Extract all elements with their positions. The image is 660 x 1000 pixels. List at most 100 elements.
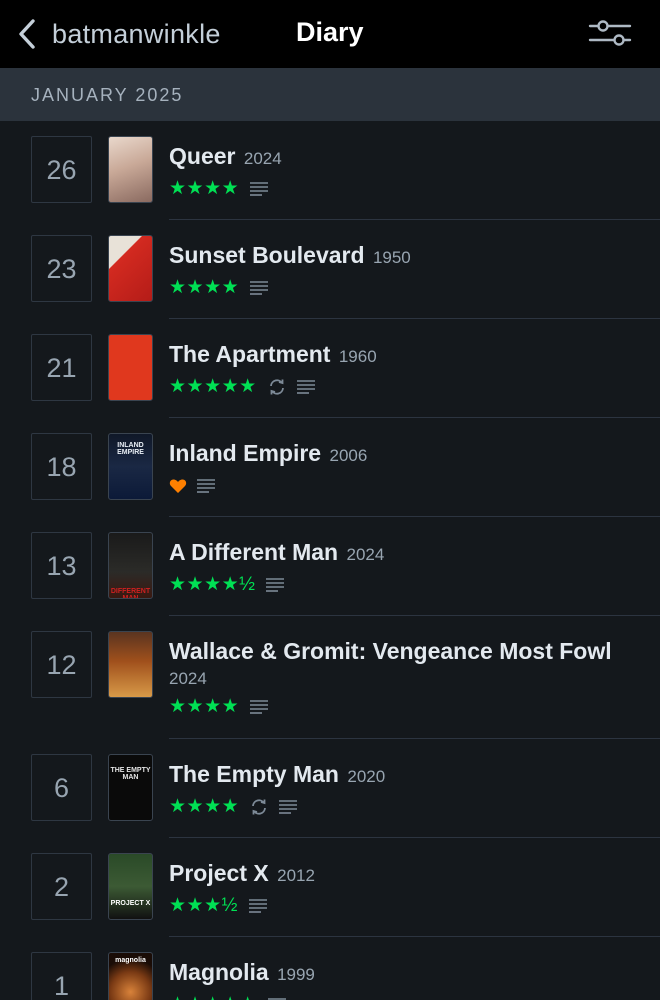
film-info: Magnolia 1999 ★★★★★ <box>169 958 640 1000</box>
star-rating: ★★★★ <box>169 796 240 817</box>
sliders-icon <box>588 20 632 46</box>
film-title-line[interactable]: The Empty Man 2020 <box>169 760 640 791</box>
film-title[interactable]: Inland Empire <box>169 440 321 466</box>
diary-day: 13 <box>46 551 77 581</box>
film-info: Queer 2024 ★★★★ <box>169 142 640 201</box>
film-title-line[interactable]: A Different Man 2024 <box>169 538 640 569</box>
film-title[interactable]: Sunset Boulevard <box>169 242 365 268</box>
poster-title-text: magnolia <box>115 957 146 964</box>
diary-entry-row[interactable]: 23 Sunset Boulevard 1950 ★★★★ <box>0 220 660 319</box>
top-bar: batmanwinkle Diary <box>0 0 660 68</box>
film-info: The Empty Man 2020 ★★★★ <box>169 760 640 819</box>
review-lines-icon <box>248 899 267 913</box>
diary-entry-row[interactable]: 21 The Apartment 1960 ★★★★★ <box>0 319 660 418</box>
entry-meta: ★★★½ <box>169 894 640 918</box>
film-poster[interactable] <box>108 235 153 302</box>
film-poster[interactable] <box>108 631 153 698</box>
film-title[interactable]: Project X <box>169 860 269 886</box>
filter-button[interactable] <box>586 16 634 52</box>
diary-entry-row[interactable]: 18 INLAND EMPIRE Inland Empire 2006 <box>0 418 660 517</box>
diary-day-box[interactable]: 21 <box>31 334 92 401</box>
film-year: 2024 <box>346 545 385 564</box>
film-info: Inland Empire 2006 <box>169 439 640 498</box>
star-rating: ★★★★ <box>169 696 240 717</box>
film-poster[interactable]: DIFFERENT MAN <box>108 532 153 599</box>
diary-day-box[interactable]: 13 <box>31 532 92 599</box>
film-year: 1950 <box>372 248 411 267</box>
film-title[interactable]: Wallace & Gromit: Vengeance Most Fowl <box>169 637 640 665</box>
film-poster[interactable] <box>108 136 153 203</box>
diary-entry-row[interactable]: 2 PROJECT X Project X 2012 ★★★½ <box>0 838 660 937</box>
diary-day-box[interactable]: 23 <box>31 235 92 302</box>
film-title[interactable]: The Empty Man <box>169 761 339 787</box>
diary-day: 1 <box>53 971 70 1000</box>
diary-entry-row[interactable]: 6 THE EMPTY MAN The Empty Man 2020 ★★★★ <box>0 739 660 838</box>
diary-day-box[interactable]: 2 <box>31 853 92 920</box>
entry-meta <box>169 474 640 498</box>
star-rating: ★★★★★ <box>169 376 257 397</box>
diary-day-box[interactable]: 1 <box>31 952 92 1000</box>
entry-meta: ★★★★★ <box>169 375 640 399</box>
diary-entry-row[interactable]: 12 Wallace & Gromit: Vengeance Most Fowl… <box>0 616 660 739</box>
film-poster[interactable]: PROJECT X <box>108 853 153 920</box>
film-year: 2024 <box>169 669 207 688</box>
diary-day: 6 <box>53 773 70 803</box>
review-lines-icon <box>250 281 269 295</box>
film-year: 2012 <box>277 866 315 885</box>
entry-meta: ★★★★ <box>169 177 640 201</box>
film-title-line[interactable]: Inland Empire 2006 <box>169 439 640 470</box>
poster-title-text: INLAND EMPIRE <box>117 442 144 457</box>
diary-day-box[interactable]: 26 <box>31 136 92 203</box>
diary-day: 21 <box>46 353 77 383</box>
page-title: Diary <box>296 17 364 47</box>
entry-meta: ★★★★½ <box>169 573 640 597</box>
film-title-line[interactable]: Project X 2012 <box>169 859 640 890</box>
review-lines-icon <box>197 479 215 493</box>
review-lines-icon <box>296 380 315 394</box>
diary-day: 26 <box>46 155 77 185</box>
film-title[interactable]: Magnolia <box>169 959 269 985</box>
review-lines-icon <box>250 182 269 196</box>
month-section-header: JANUARY 2025 <box>0 68 660 121</box>
diary-day-box[interactable]: 6 <box>31 754 92 821</box>
star-rating: ★★★★★ <box>169 993 257 1000</box>
entry-meta: ★★★★ <box>169 276 640 300</box>
film-title-line[interactable]: The Apartment 1960 <box>169 340 640 371</box>
diary-list: 26 Queer 2024 ★★★★ 23 Sunset Boulevard 1… <box>0 121 660 1000</box>
film-year: 2024 <box>243 149 282 168</box>
diary-day-box[interactable]: 18 <box>31 433 92 500</box>
film-poster[interactable]: THE EMPTY MAN <box>108 754 153 821</box>
film-info: A Different Man 2024 ★★★★½ <box>169 538 640 597</box>
back-button[interactable]: batmanwinkle <box>16 16 221 52</box>
star-rating: ★★★★ <box>169 178 240 199</box>
diary-day: 12 <box>46 650 77 680</box>
diary-day: 18 <box>46 452 77 482</box>
month-label: JANUARY 2025 <box>31 85 184 105</box>
film-title[interactable]: A Different Man <box>169 539 338 565</box>
film-year: 1960 <box>338 347 377 366</box>
film-poster[interactable]: INLAND EMPIRE <box>108 433 153 500</box>
diary-day: 23 <box>46 254 77 284</box>
film-title-line[interactable]: Magnolia 1999 <box>169 958 640 989</box>
diary-entry-row[interactable]: 1 magnolia Magnolia 1999 ★★★★★ <box>0 937 660 1000</box>
film-poster[interactable] <box>108 334 153 401</box>
film-title[interactable]: Queer <box>169 143 235 169</box>
diary-entry-row[interactable]: 26 Queer 2024 ★★★★ <box>0 121 660 220</box>
film-title-line[interactable]: Sunset Boulevard 1950 <box>169 241 640 272</box>
film-info: Sunset Boulevard 1950 ★★★★ <box>169 241 640 300</box>
poster-title-text: THE EMPTY MAN <box>110 767 151 782</box>
film-year: 1999 <box>277 965 315 984</box>
film-poster[interactable]: magnolia <box>108 952 153 1000</box>
diary-day-box[interactable]: 12 <box>31 631 92 698</box>
entry-meta: ★★★★ <box>169 795 640 819</box>
entry-meta: ★★★★★ <box>169 993 640 1000</box>
back-label[interactable]: batmanwinkle <box>52 19 221 50</box>
poster-title-text: DIFFERENT MAN <box>110 588 151 599</box>
entry-meta: ★★★★ <box>169 695 640 719</box>
film-title-line[interactable]: Queer 2024 <box>169 142 640 173</box>
rewatch-icon <box>269 379 284 395</box>
heart-icon <box>169 479 187 493</box>
film-title[interactable]: The Apartment <box>169 341 330 367</box>
review-lines-icon <box>266 578 285 592</box>
diary-entry-row[interactable]: 13 DIFFERENT MAN A Different Man 2024 ★★… <box>0 517 660 616</box>
